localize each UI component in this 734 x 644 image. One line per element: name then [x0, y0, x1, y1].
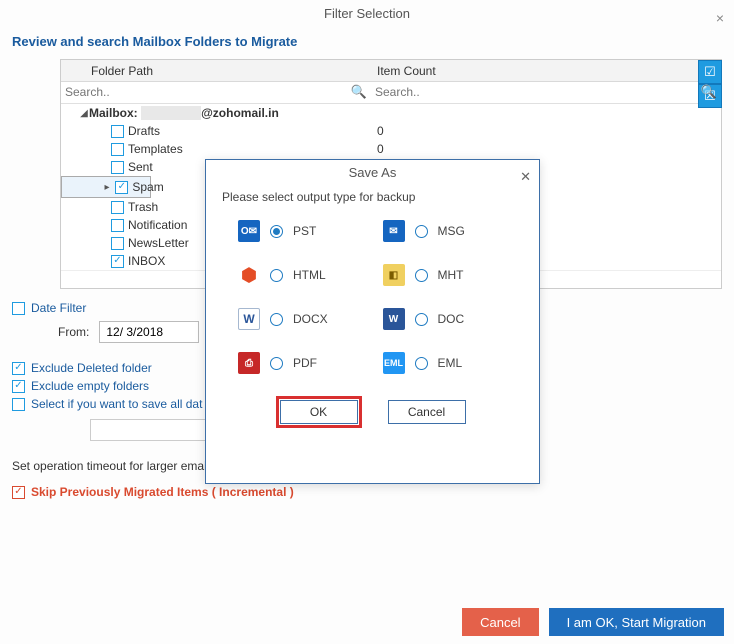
from-date-input[interactable] — [99, 321, 199, 343]
pdf-icon: ⎙ — [238, 352, 260, 374]
opt-html-label: HTML — [293, 268, 326, 282]
opt-eml-label: EML — [438, 356, 463, 370]
skip-migrated-checkbox[interactable] — [12, 486, 25, 499]
search-folder-input[interactable] — [61, 82, 371, 102]
page-subtitle: Review and search Mailbox Folders to Mig… — [0, 28, 734, 55]
date-filter-checkbox[interactable] — [12, 302, 25, 315]
docx-icon: W — [238, 308, 260, 330]
doc-icon: W — [383, 308, 405, 330]
dialog-close-icon[interactable]: ✕ — [520, 164, 531, 190]
html5-icon: ⬢ — [238, 264, 260, 286]
expander-icon[interactable]: ▸ — [102, 182, 112, 193]
date-filter-label: Date Filter — [31, 301, 86, 315]
folder-label[interactable]: NewsLetter — [128, 236, 189, 250]
folder-checkbox[interactable] — [111, 201, 124, 214]
folder-label[interactable]: Notification — [128, 218, 187, 232]
radio-eml[interactable] — [415, 357, 428, 370]
opt-pdf-label: PDF — [293, 356, 317, 370]
radio-doc[interactable] — [415, 313, 428, 326]
expander-icon[interactable]: ◢ — [79, 108, 89, 119]
exclude-deleted-checkbox[interactable] — [12, 362, 25, 375]
mailbox-label: Mailbox: xxxxxxxxx@zohomail.in — [89, 106, 279, 120]
folder-label[interactable]: Spam — [132, 180, 163, 194]
radio-pst[interactable] — [270, 225, 283, 238]
exclude-empty-label: Exclude empty folders — [31, 379, 149, 393]
folder-checkbox[interactable] — [111, 255, 124, 268]
cancel-button[interactable]: Cancel — [462, 608, 538, 636]
dialog-ok-button[interactable]: OK — [280, 400, 358, 424]
skip-migrated-label: Skip Previously Migrated Items ( Increme… — [31, 485, 294, 499]
opt-doc-label: DOC — [438, 312, 465, 326]
radio-docx[interactable] — [270, 313, 283, 326]
folder-checkbox[interactable] — [111, 237, 124, 250]
window-title: Filter Selection — [324, 6, 410, 21]
close-icon[interactable]: × — [716, 4, 724, 32]
folder-checkbox[interactable] — [115, 181, 128, 194]
radio-msg[interactable] — [415, 225, 428, 238]
from-label: From: — [58, 325, 89, 339]
outlook-icon: O✉ — [238, 220, 260, 242]
folder-label[interactable]: Templates — [128, 142, 183, 156]
folder-checkbox[interactable] — [111, 219, 124, 232]
opt-docx-label: DOCX — [293, 312, 328, 326]
start-migration-button[interactable]: I am OK, Start Migration — [549, 608, 724, 636]
folder-checkbox[interactable] — [111, 125, 124, 138]
radio-pdf[interactable] — [270, 357, 283, 370]
folder-label[interactable]: Trash — [128, 200, 158, 214]
dialog-cancel-button[interactable]: Cancel — [388, 400, 466, 424]
folder-checkbox[interactable] — [111, 143, 124, 156]
mail-icon: ✉ — [383, 220, 405, 242]
search-count-input[interactable] — [371, 82, 721, 102]
exclude-empty-checkbox[interactable] — [12, 380, 25, 393]
save-as-dialog: Save As ✕ Please select output type for … — [205, 159, 540, 484]
dialog-title: Save As — [349, 165, 397, 180]
folder-count: 0 — [371, 142, 721, 156]
folder-count: 0 — [371, 124, 721, 138]
select-all-button[interactable]: ☑ — [698, 60, 722, 84]
opt-pst-label: PST — [293, 224, 316, 238]
radio-mht[interactable] — [415, 269, 428, 282]
col-header-folder[interactable]: Folder Path — [61, 64, 371, 78]
exclude-deleted-label: Exclude Deleted folder — [31, 361, 152, 375]
dialog-subtitle: Please select output type for backup — [206, 186, 539, 214]
folder-label[interactable]: Drafts — [128, 124, 160, 138]
opt-mht-label: MHT — [438, 268, 464, 282]
folder-checkbox[interactable] — [111, 161, 124, 174]
eml-icon: EML — [383, 352, 405, 374]
folder-label[interactable]: INBOX — [128, 254, 165, 268]
opt-msg-label: MSG — [438, 224, 465, 238]
folder-label[interactable]: Sent — [128, 160, 153, 174]
save-all-label: Select if you want to save all dat — [31, 397, 202, 411]
mht-icon: ◧ — [383, 264, 405, 286]
save-all-checkbox[interactable] — [12, 398, 25, 411]
window-titlebar: Filter Selection × — [0, 0, 734, 28]
col-header-count[interactable]: Item Count — [371, 64, 721, 78]
radio-html[interactable] — [270, 269, 283, 282]
